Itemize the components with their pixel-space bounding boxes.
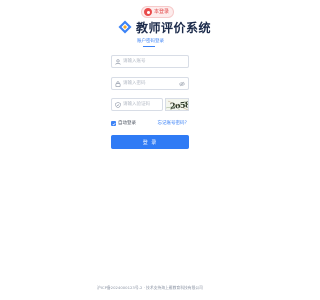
remember-checkbox[interactable]: [111, 121, 116, 126]
badge-text: 本登录: [154, 8, 170, 15]
app-title: 教师评价系统: [136, 20, 212, 35]
shield-icon: [115, 101, 121, 108]
pin-icon: [144, 8, 152, 16]
captcha-field: [111, 98, 163, 111]
forgot-password-link[interactable]: 忘记账号密码？: [158, 120, 190, 127]
remember-label[interactable]: 自动登录: [118, 120, 136, 127]
footer-text: 沪ICP备2024000123号-2 · 技术支持海上雁教育科技有限公司: [97, 285, 203, 290]
notice-badge: 本登录: [141, 6, 175, 18]
tab-account-password[interactable]: 账户密码登录: [137, 39, 164, 45]
lock-icon: [115, 80, 121, 87]
login-page: 本登录 教师评价系统 账户密码登录 请输入账号 请输入验证码 2o58 自动登录…: [0, 0, 300, 300]
captcha-input[interactable]: [123, 100, 159, 109]
diamond-logo-icon: [118, 20, 132, 34]
user-icon: [115, 58, 121, 65]
tab-active-indicator: [143, 46, 155, 47]
captcha-code: 2o58: [169, 99, 189, 111]
eye-icon[interactable]: [179, 81, 185, 87]
username-input[interactable]: [123, 57, 173, 66]
brand-header: 教师评价系统: [118, 18, 211, 36]
password-input[interactable]: [123, 79, 173, 88]
username-field: [111, 55, 189, 68]
check-icon: [111, 122, 116, 125]
password-field: [111, 77, 189, 90]
captcha-image[interactable]: 2o58: [165, 98, 189, 111]
login-button[interactable]: 登 录: [111, 135, 189, 149]
